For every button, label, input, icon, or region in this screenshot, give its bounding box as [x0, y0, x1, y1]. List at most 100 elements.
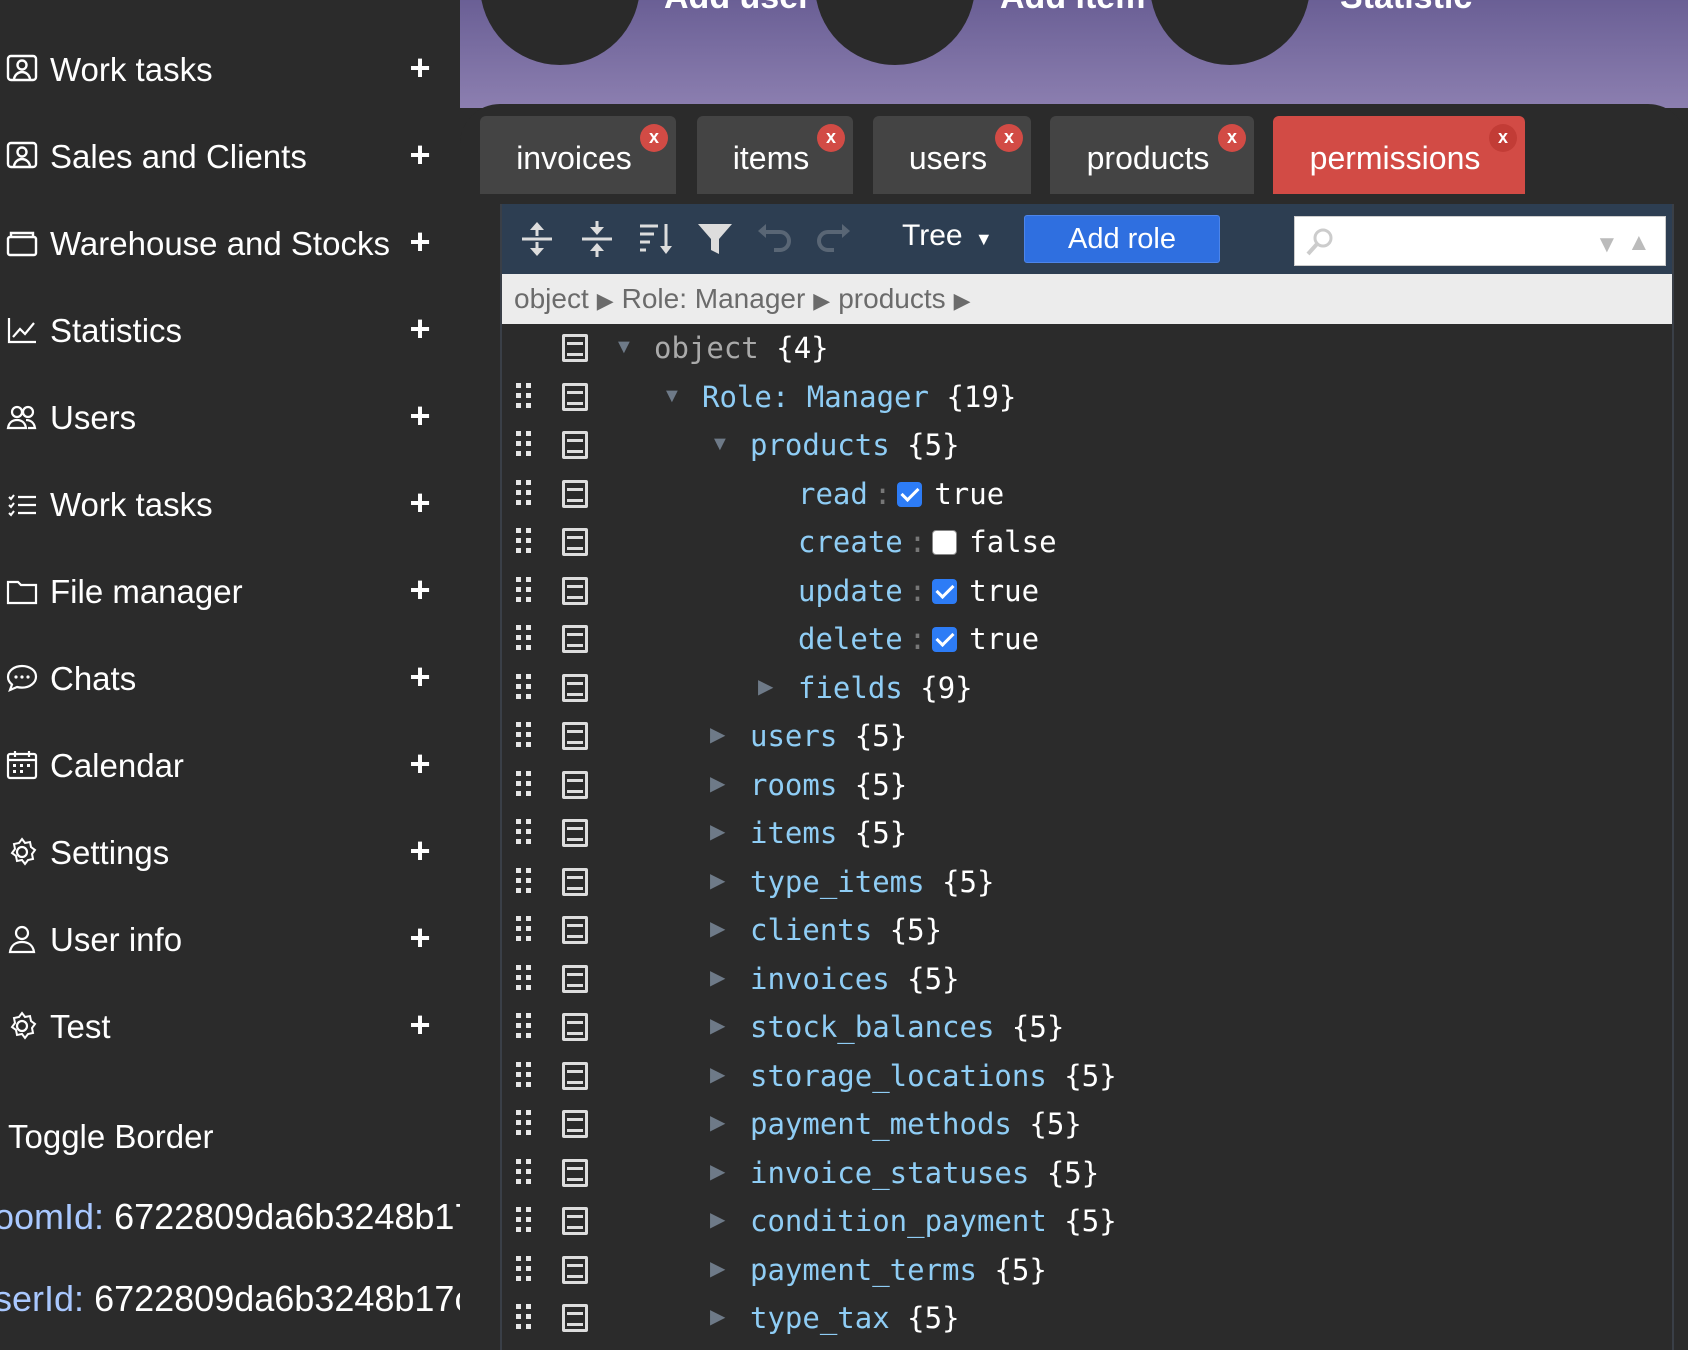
- collapsed-arrow-icon[interactable]: ▶: [758, 676, 780, 698]
- field-key[interactable]: invoices: [750, 962, 890, 996]
- context-menu-icon[interactable]: [562, 722, 588, 750]
- field-key[interactable]: products: [750, 428, 890, 462]
- context-menu-icon[interactable]: [562, 528, 588, 556]
- context-menu-icon[interactable]: [562, 1158, 588, 1187]
- collapsed-arrow-icon[interactable]: ▶: [710, 918, 732, 940]
- context-menu-icon[interactable]: [562, 1304, 588, 1332]
- context-menu-icon[interactable]: [562, 964, 588, 993]
- field-key[interactable]: storage_locations: [750, 1059, 1047, 1093]
- expand-plus-icon[interactable]: +: [402, 396, 438, 436]
- context-menu-icon[interactable]: [562, 673, 588, 702]
- drag-handle-icon[interactable]: [516, 673, 534, 702]
- tree-row[interactable]: ▶ type_tax {5}: [502, 1294, 1672, 1342]
- field-key[interactable]: rooms: [750, 768, 837, 802]
- drag-handle-icon[interactable]: [516, 1158, 534, 1187]
- context-menu-icon[interactable]: [562, 431, 588, 459]
- expand-plus-icon[interactable]: +: [402, 831, 438, 871]
- tree-row[interactable]: ▶ invoices {5}: [502, 955, 1672, 1003]
- tree-row[interactable]: ▶ fields {9}: [502, 664, 1672, 712]
- drag-handle-icon[interactable]: [516, 722, 534, 750]
- tree-row[interactable]: ▶ invoice_statuses {5}: [502, 1149, 1672, 1197]
- tree-row[interactable]: read: true: [502, 470, 1672, 518]
- field-key[interactable]: payment_terms: [750, 1253, 977, 1287]
- sidebar-item-chats[interactable]: Chats +: [0, 647, 460, 707]
- tree-row[interactable]: delete: true: [502, 615, 1672, 663]
- sidebar-item-warehouse-and-stocks[interactable]: Warehouse and Stocks +: [0, 212, 460, 272]
- collapsed-arrow-icon[interactable]: ▶: [710, 1112, 732, 1134]
- collapsed-arrow-icon[interactable]: ▶: [710, 724, 732, 746]
- tab-users[interactable]: users x: [873, 116, 1031, 194]
- collapsed-arrow-icon[interactable]: ▶: [710, 821, 732, 843]
- field-key[interactable]: delete: [798, 622, 903, 656]
- collapsed-arrow-icon[interactable]: ▶: [710, 1258, 732, 1280]
- search-next-icon[interactable]: ▼: [1595, 231, 1619, 259]
- field-key[interactable]: fields: [798, 671, 903, 705]
- field-key[interactable]: create: [798, 525, 903, 559]
- field-key[interactable]: invoice_statuses: [750, 1156, 1029, 1190]
- context-menu-icon[interactable]: [562, 916, 588, 944]
- sidebar-item-users[interactable]: Users +: [0, 386, 460, 446]
- expand-plus-icon[interactable]: +: [402, 483, 438, 523]
- tree-row[interactable]: ▶ payment_methods {5}: [502, 1100, 1672, 1148]
- tab-items[interactable]: items x: [697, 116, 853, 194]
- tree-row[interactable]: ▼ object {4}: [502, 324, 1672, 372]
- field-key[interactable]: Role: Manager: [702, 380, 929, 414]
- field-key[interactable]: type_items: [750, 865, 925, 899]
- drag-handle-icon[interactable]: [516, 1061, 534, 1090]
- boolean-checkbox[interactable]: [932, 627, 958, 652]
- field-key[interactable]: object: [654, 331, 759, 365]
- drag-handle-icon[interactable]: [516, 916, 534, 944]
- tree-row[interactable]: ▼ Role: Manager {19}: [502, 373, 1672, 421]
- field-value[interactable]: false: [969, 525, 1056, 559]
- expanded-arrow-icon[interactable]: ▼: [614, 336, 636, 358]
- toggle-border-button[interactable]: Toggle Border: [8, 1118, 213, 1156]
- expand-plus-icon[interactable]: +: [402, 135, 438, 175]
- field-key[interactable]: clients: [750, 913, 872, 947]
- expand-plus-icon[interactable]: +: [402, 222, 438, 262]
- tree-row[interactable]: ▶ clients {5}: [502, 906, 1672, 954]
- tab-invoices[interactable]: invoices x: [480, 116, 676, 194]
- context-menu-icon[interactable]: [562, 382, 588, 411]
- expand-plus-icon[interactable]: +: [402, 48, 438, 88]
- mode-select[interactable]: Tree ▼: [902, 219, 993, 253]
- field-value[interactable]: true: [934, 477, 1004, 511]
- collapse-all-icon[interactable]: [576, 218, 618, 260]
- context-menu-icon[interactable]: [562, 1207, 588, 1235]
- collapsed-arrow-icon[interactable]: ▶: [710, 967, 732, 989]
- tree-row[interactable]: ▶ stock_balances {5}: [502, 1003, 1672, 1051]
- sidebar-item-calendar[interactable]: Calendar +: [0, 734, 460, 794]
- collapsed-arrow-icon[interactable]: ▶: [710, 1306, 732, 1328]
- field-value[interactable]: true: [969, 574, 1039, 608]
- expand-plus-icon[interactable]: +: [402, 657, 438, 697]
- collapsed-arrow-icon[interactable]: ▶: [710, 1209, 732, 1231]
- sidebar-item-user-info[interactable]: User info +: [0, 908, 460, 968]
- field-key[interactable]: type_tax: [750, 1301, 890, 1335]
- drag-handle-icon[interactable]: [516, 431, 534, 459]
- drag-handle-icon[interactable]: [516, 1110, 534, 1138]
- tree-row[interactable]: ▶units {5}: [502, 1343, 1672, 1350]
- add-role-button[interactable]: Add role: [1024, 215, 1220, 263]
- collapsed-arrow-icon[interactable]: ▶: [710, 1161, 732, 1183]
- add-item-button[interactable]: [815, 0, 975, 65]
- breadcrumb-item[interactable]: object: [514, 283, 589, 314]
- drag-handle-icon[interactable]: [516, 528, 534, 556]
- collapsed-arrow-icon[interactable]: ▶: [710, 1064, 732, 1086]
- field-key[interactable]: update: [798, 574, 903, 608]
- filter-icon[interactable]: [694, 218, 736, 260]
- boolean-checkbox[interactable]: [897, 481, 923, 507]
- expand-plus-icon[interactable]: +: [402, 309, 438, 349]
- sidebar-item-file-manager[interactable]: File manager +: [0, 560, 460, 620]
- expanded-arrow-icon[interactable]: ▼: [662, 385, 684, 407]
- drag-handle-icon[interactable]: [516, 867, 534, 896]
- search-input[interactable]: [1343, 223, 1583, 261]
- tree-row[interactable]: ▶ rooms {5}: [502, 761, 1672, 809]
- field-key[interactable]: items: [750, 816, 837, 850]
- drag-handle-icon[interactable]: [516, 576, 534, 605]
- sidebar-item-work-tasks[interactable]: Work tasks +: [0, 38, 460, 98]
- tree-row[interactable]: ▼ products {5}: [502, 421, 1672, 469]
- context-menu-icon[interactable]: [562, 1013, 588, 1041]
- field-key[interactable]: read: [798, 477, 868, 511]
- expanded-arrow-icon[interactable]: ▼: [710, 433, 732, 455]
- tree-row[interactable]: ▶ users {5}: [502, 712, 1672, 760]
- close-icon[interactable]: x: [817, 124, 845, 152]
